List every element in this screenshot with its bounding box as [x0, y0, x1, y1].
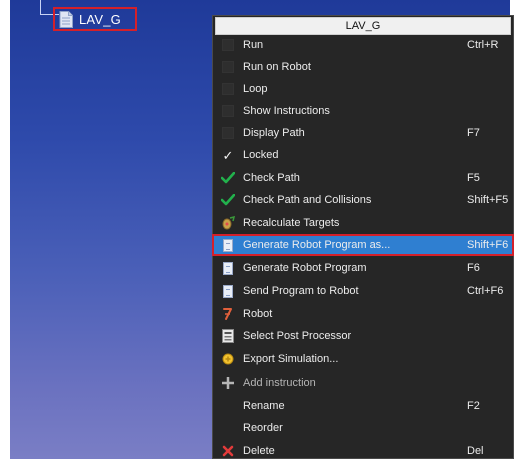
document-icon [223, 261, 233, 275]
menu-item-recalculate-targets[interactable]: Recalculate Targets [213, 213, 513, 233]
menu-item-shortcut: F6 [467, 262, 480, 274]
menu-item-generate-robot-program[interactable]: Generate Robot Program F6 [213, 258, 513, 278]
menu-item-label: Run on Robot [243, 61, 311, 73]
menu-item-add-instruction[interactable]: Add instruction [213, 373, 513, 393]
menu-item-label: Select Post Processor [243, 330, 352, 342]
menu-item-shortcut: F5 [467, 172, 480, 184]
green-check-icon [221, 171, 235, 185]
context-menu: LAV_G Run Ctrl+R Run on Robot Loop Show … [212, 15, 514, 459]
menu-item-shortcut: Del [467, 445, 484, 457]
green-check-icon [221, 193, 235, 207]
menu-item-run[interactable]: Run Ctrl+R [213, 35, 513, 55]
robot-icon [221, 307, 235, 321]
menu-item-label: Reorder [243, 422, 283, 434]
menu-item-display-path[interactable]: Display Path F7 [213, 123, 513, 143]
export-icon [221, 352, 235, 366]
empty-checkbox-icon [222, 127, 234, 139]
menu-item-rename[interactable]: Rename F2 [213, 396, 513, 416]
menu-item-robot[interactable]: Robot [213, 304, 513, 324]
checkmark-icon: ✓ [222, 147, 234, 163]
menu-item-label: Recalculate Targets [243, 217, 340, 229]
empty-checkbox-icon [222, 105, 234, 117]
menu-item-reorder[interactable]: Reorder [213, 418, 513, 438]
menu-item-label: Locked [243, 149, 279, 161]
menu-item-show-instructions[interactable]: Show Instructions [213, 101, 513, 121]
program-document-icon [59, 10, 73, 28]
tree-item-label: LAV_G [79, 11, 121, 27]
menu-item-label: Robot [243, 308, 273, 320]
document-icon [223, 238, 233, 252]
menu-item-label: Export Simulation... [243, 353, 339, 365]
plus-icon [221, 376, 235, 390]
menu-item-shortcut: Ctrl+F6 [467, 285, 504, 297]
menu-item-label: Add instruction [243, 377, 316, 389]
tree-item-program[interactable]: LAV_G [53, 7, 137, 31]
menu-item-check-path-collisions[interactable]: Check Path and Collisions Shift+F5 [213, 190, 513, 210]
empty-checkbox-icon [222, 83, 234, 95]
post-processor-icon [221, 329, 235, 343]
empty-checkbox-icon [222, 39, 234, 51]
menu-item-select-post-processor[interactable]: Select Post Processor [213, 326, 513, 346]
menu-item-export-simulation[interactable]: Export Simulation... [213, 349, 513, 369]
menu-item-loop[interactable]: Loop [213, 79, 513, 99]
empty-checkbox-icon [222, 61, 234, 73]
menu-item-label: Loop [243, 83, 268, 95]
screenshot-root: LAV_G LAV_G Run Ctrl+R Run on Robot Loop… [0, 0, 514, 459]
context-menu-title: LAV_G [215, 17, 511, 35]
menu-item-check-path[interactable]: Check Path F5 [213, 168, 513, 188]
menu-item-run-on-robot[interactable]: Run on Robot [213, 57, 513, 77]
menu-item-delete[interactable]: Delete Del [213, 441, 513, 459]
menu-item-locked[interactable]: ✓ Locked [213, 145, 513, 165]
menu-item-shortcut: Shift+F5 [467, 194, 509, 206]
delete-icon [221, 444, 235, 458]
menu-item-shortcut: Ctrl+R [467, 39, 499, 51]
target-icon [221, 216, 235, 230]
menu-item-send-program-to-robot[interactable]: Send Program to Robot Ctrl+F6 [213, 281, 513, 301]
document-icon [223, 284, 233, 298]
menu-item-shortcut: F7 [467, 127, 480, 139]
menu-item-shortcut: F2 [467, 400, 480, 412]
menu-item-generate-robot-program-as[interactable]: Generate Robot Program as... Shift+F6 [212, 234, 514, 256]
menu-item-shortcut: Shift+F6 [467, 239, 509, 251]
menu-item-label: Show Instructions [243, 105, 330, 117]
